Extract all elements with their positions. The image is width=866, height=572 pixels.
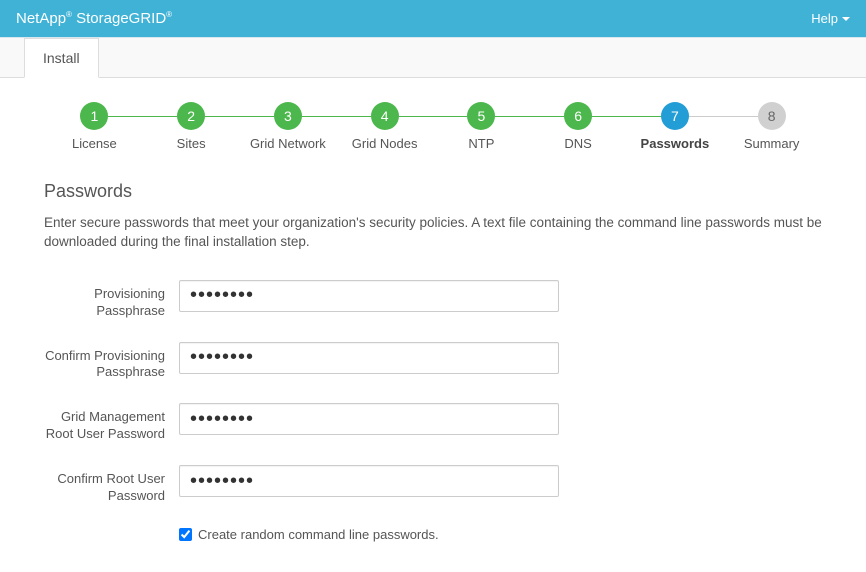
- step-label: License: [72, 136, 117, 151]
- step-circle: 6: [564, 102, 592, 130]
- checkbox-random-passwords[interactable]: [179, 528, 192, 541]
- wizard-stepper: 1 License 2 Sites 3 Grid Network 4 Grid …: [46, 102, 820, 151]
- step-circle: 3: [274, 102, 302, 130]
- app-header: NetApp® StorageGRID® Help: [0, 0, 866, 38]
- help-menu[interactable]: Help: [811, 11, 850, 26]
- step-circle: 7: [661, 102, 689, 130]
- step-circle: 5: [467, 102, 495, 130]
- chevron-down-icon: [842, 17, 850, 21]
- page-title: Passwords: [44, 181, 822, 202]
- step-label: Sites: [177, 136, 206, 151]
- row-confirm-root: Confirm Root User Password: [44, 465, 822, 505]
- label-random-passwords: Create random command line passwords.: [198, 527, 439, 542]
- step-license[interactable]: 1 License: [46, 102, 143, 151]
- step-grid-nodes[interactable]: 4 Grid Nodes: [336, 102, 433, 151]
- main-content: 1 License 2 Sites 3 Grid Network 4 Grid …: [0, 78, 866, 572]
- input-root-password[interactable]: [179, 403, 559, 435]
- step-passwords[interactable]: 7 Passwords: [627, 102, 724, 151]
- input-provisioning-passphrase[interactable]: [179, 280, 559, 312]
- row-confirm-provisioning: Confirm Provisioning Passphrase: [44, 342, 822, 382]
- label-confirm-root: Confirm Root User Password: [44, 465, 179, 505]
- row-provisioning-passphrase: Provisioning Passphrase: [44, 280, 822, 320]
- step-circle: 4: [371, 102, 399, 130]
- step-summary[interactable]: 8 Summary: [723, 102, 820, 151]
- step-label: DNS: [564, 136, 591, 151]
- step-circle: 1: [80, 102, 108, 130]
- step-grid-network[interactable]: 3 Grid Network: [240, 102, 337, 151]
- tab-bar: Install: [0, 38, 866, 78]
- tab-install[interactable]: Install: [24, 38, 99, 78]
- step-sites[interactable]: 2 Sites: [143, 102, 240, 151]
- label-provisioning-passphrase: Provisioning Passphrase: [44, 280, 179, 320]
- step-label: Grid Nodes: [352, 136, 418, 151]
- input-confirm-provisioning[interactable]: [179, 342, 559, 374]
- page-description: Enter secure passwords that meet your or…: [44, 214, 822, 252]
- step-label: NTP: [468, 136, 494, 151]
- label-confirm-provisioning: Confirm Provisioning Passphrase: [44, 342, 179, 382]
- step-circle: 2: [177, 102, 205, 130]
- step-label: Summary: [744, 136, 800, 151]
- step-dns[interactable]: 6 DNS: [530, 102, 627, 151]
- input-confirm-root[interactable]: [179, 465, 559, 497]
- row-random-passwords: Create random command line passwords.: [179, 527, 822, 542]
- brand-title: NetApp® StorageGRID®: [16, 10, 172, 27]
- step-circle: 8: [758, 102, 786, 130]
- label-root-password: Grid Management Root User Password: [44, 403, 179, 443]
- step-label: Passwords: [641, 136, 710, 151]
- step-label: Grid Network: [250, 136, 326, 151]
- step-ntp[interactable]: 5 NTP: [433, 102, 530, 151]
- row-root-password: Grid Management Root User Password: [44, 403, 822, 443]
